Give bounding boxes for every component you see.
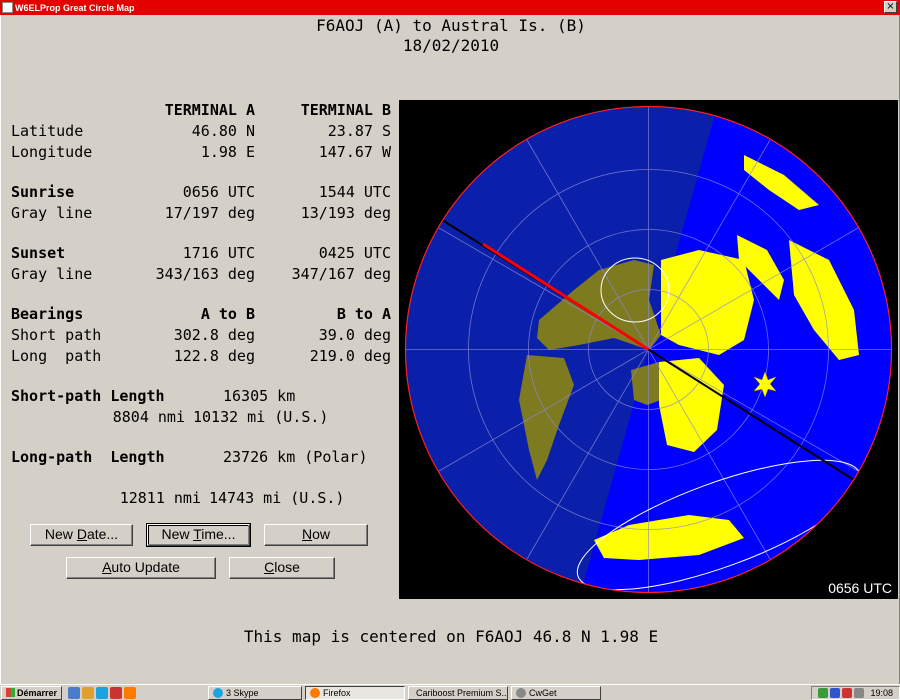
app-icon — [2, 2, 13, 13]
longitude-label: Longitude — [11, 143, 93, 161]
auto-update-label-post: uto Update — [111, 559, 180, 575]
bearings-label: Bearings — [11, 305, 84, 323]
tray-clock: 19:08 — [870, 687, 893, 698]
task-firefox-label: Firefox — [323, 687, 351, 698]
sunrise-b: 1544 UTC — [318, 183, 391, 201]
route-title: F6AOJ (A) to Austral Is. (B) — [316, 16, 586, 35]
new-date-button[interactable]: New Date... — [30, 524, 133, 546]
sunrise-grayline-label: Gray line — [11, 204, 93, 222]
latitude-b: 23.87 S — [327, 122, 391, 140]
now-label-post: ow — [312, 526, 331, 542]
sunrise-label: Sunrise — [11, 183, 75, 201]
long-path-b-to-a: 219.0 deg — [309, 347, 391, 365]
sunset-grayline-b: 347/167 deg — [291, 265, 391, 283]
long-path-length-mi: 14743 mi (U.S.) — [209, 489, 345, 507]
quicklaunch-desktop-icon[interactable] — [68, 686, 81, 699]
short-path-length-label: Short-path Length — [11, 387, 165, 405]
task-skype[interactable]: 3 Skype — [208, 685, 303, 700]
title-bar: W6ELProp Great Circle Map × — [0, 0, 900, 15]
task-cwget-label: CwGet — [529, 687, 557, 698]
cwget-icon — [516, 687, 527, 698]
window-title: W6ELProp Great Circle Map — [15, 2, 135, 13]
main-window: F6AOJ (A) to Austral Is. (B) 18/02/2010 … — [0, 15, 900, 684]
firefox-icon — [310, 687, 321, 698]
sunset-b: 0425 UTC — [318, 244, 391, 262]
long-path-label: Long path — [11, 347, 102, 365]
system-tray: 19:08 — [811, 685, 900, 700]
terminal-b-header: TERMINAL B — [300, 101, 391, 119]
taskbar: Démarrer 3 Skype Firefox Cariboost Premi… — [0, 684, 900, 700]
close-label-post: lose — [274, 559, 300, 575]
task-skype-label: 3 Skype — [226, 687, 259, 698]
tray-bluetooth-icon[interactable] — [830, 687, 841, 698]
close-button[interactable]: Close — [229, 557, 335, 579]
longitude-a: 1.98 E — [200, 143, 255, 161]
new-date-label-hotkey: D — [76, 526, 87, 542]
windows-flag-icon — [6, 688, 15, 697]
tray-security-icon[interactable] — [842, 687, 853, 698]
map-center-caption: This map is centered on F6AOJ 46.8 N 1.9… — [243, 627, 659, 646]
new-time-button[interactable]: New Time... — [146, 523, 251, 547]
sunrise-grayline-a: 17/197 deg — [164, 204, 255, 222]
great-circle-map: 0656 UTC — [399, 100, 898, 599]
quicklaunch-folder-icon[interactable] — [82, 686, 95, 699]
task-cariboost-label: Cariboost Premium S... — [416, 687, 509, 698]
tray-volume-icon[interactable] — [854, 687, 865, 698]
long-path-length-nmi: 12811 nmi — [119, 489, 201, 507]
skype-icon — [213, 687, 224, 698]
short-path-length-mi: 10132 mi (U.S.) — [193, 408, 329, 426]
close-label-hotkey: C — [264, 559, 275, 575]
sunset-grayline-a: 343/163 deg — [155, 265, 255, 283]
new-time-label-pre: New — [161, 526, 194, 542]
long-path-length-label: Long-path Length — [11, 448, 165, 466]
task-cariboost[interactable]: Cariboost Premium S... — [408, 685, 509, 700]
date-label: 18/02/2010 — [402, 36, 500, 55]
sunrise-grayline-b: 13/193 deg — [300, 204, 391, 222]
long-path-a-to-b: 122.8 deg — [173, 347, 255, 365]
short-path-length-km: 16305 km — [223, 387, 296, 405]
sunset-a: 1716 UTC — [182, 244, 255, 262]
latitude-label: Latitude — [11, 122, 84, 140]
close-window-button[interactable]: × — [884, 1, 897, 13]
short-path-a-to-b: 302.8 deg — [173, 326, 255, 344]
short-path-b-to-a: 39.0 deg — [318, 326, 391, 344]
now-label-hotkey: N — [301, 526, 313, 542]
longitude-b: 147.67 W — [318, 143, 391, 161]
quicklaunch-firefox-icon[interactable] — [124, 686, 137, 699]
new-date-label-post: ate... — [86, 526, 119, 542]
start-button[interactable]: Démarrer — [1, 685, 63, 700]
short-path-label: Short path — [11, 326, 102, 344]
start-label: Démarrer — [17, 687, 58, 698]
latitude-a: 46.80 N — [191, 122, 255, 140]
short-path-length-nmi: 8804 nmi — [112, 408, 185, 426]
quick-launch — [68, 686, 138, 699]
quicklaunch-skype-icon[interactable] — [96, 686, 109, 699]
map-utc-time: 0656 UTC — [828, 580, 892, 596]
sunset-label: Sunset — [11, 244, 66, 262]
sunset-grayline-label: Gray line — [11, 265, 93, 283]
tray-network-icon[interactable] — [818, 687, 829, 698]
b-to-a-header: B to A — [336, 305, 391, 323]
long-path-length-km: 23726 km (Polar) — [223, 448, 368, 466]
new-time-label-post: ime... — [201, 526, 236, 542]
task-cwget[interactable]: CwGet — [511, 685, 602, 700]
auto-update-button[interactable]: Auto Update — [66, 557, 216, 579]
now-button[interactable]: Now — [264, 524, 368, 546]
sunrise-a: 0656 UTC — [182, 183, 255, 201]
azimuthal-map-graphic — [404, 105, 893, 594]
terminal-a-header: TERMINAL A — [164, 101, 255, 119]
quicklaunch-app-icon[interactable] — [110, 686, 123, 699]
new-date-label-pre: New — [44, 526, 77, 542]
a-to-b-header: A to B — [200, 305, 255, 323]
task-firefox[interactable]: Firefox — [305, 685, 406, 700]
